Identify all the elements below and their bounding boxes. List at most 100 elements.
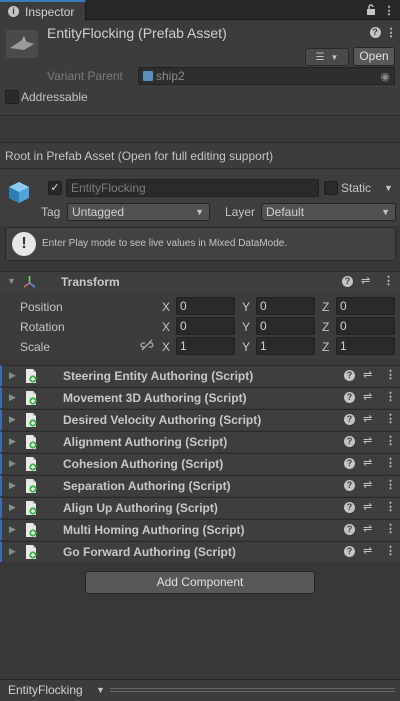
help-icon[interactable]: ? <box>344 458 355 469</box>
foldout-arrow-icon[interactable]: ▶ <box>9 480 16 491</box>
tab-inspector[interactable]: i Inspector <box>0 0 86 21</box>
tag-dropdown[interactable]: Untagged ▼ <box>67 203 210 221</box>
static-checkbox[interactable] <box>324 181 338 195</box>
variant-parent-label: Variant Parent <box>47 69 123 83</box>
presets-icon[interactable]: ⇌ <box>363 500 372 513</box>
overrides-dropdown[interactable]: ☰ ▼ <box>305 48 349 66</box>
lock-icon[interactable] <box>364 3 378 17</box>
open-button[interactable]: Open <box>353 47 395 66</box>
script-component-header[interactable]: ▶ Separation Authoring (Script)? ⇌ ⋮ <box>0 475 400 496</box>
component-title: Align Up Authoring (Script) <box>63 501 218 515</box>
scale-z-field[interactable]: 1 <box>336 337 395 355</box>
info-text: Enter Play mode to see live values in Mi… <box>42 238 288 249</box>
scale-x-field[interactable]: 1 <box>176 337 235 355</box>
presets-icon[interactable]: ⇌ <box>363 478 372 491</box>
info-icon: i <box>8 6 19 17</box>
script-component-header[interactable]: ▶ Movement 3D Authoring (Script)? ⇌ ⋮ <box>0 387 400 408</box>
add-component-button[interactable]: Add Component <box>85 571 315 594</box>
kebab-menu-icon[interactable]: ⋮ <box>385 478 396 491</box>
script-component-header[interactable]: ▶ Steering Entity Authoring (Script)? ⇌ ⋮ <box>0 365 400 386</box>
kebab-menu-icon[interactable]: ⋮ <box>384 25 398 39</box>
position-x-field[interactable]: 0 <box>176 297 235 315</box>
presets-icon[interactable]: ⇌ <box>363 412 372 425</box>
script-file-icon <box>24 390 39 406</box>
position-label: Position <box>20 300 63 314</box>
target-icon[interactable]: ◉ <box>380 70 390 83</box>
script-file-icon <box>24 368 39 384</box>
chevron-down-icon: ▼ <box>195 207 204 217</box>
script-component-header[interactable]: ▶ Cohesion Authoring (Script)? ⇌ ⋮ <box>0 453 400 474</box>
presets-icon[interactable]: ⇌ <box>361 274 370 287</box>
help-icon[interactable]: ? <box>342 276 353 287</box>
kebab-menu-icon[interactable]: ⋮ <box>385 390 396 403</box>
position-y-field[interactable]: 0 <box>256 297 315 315</box>
foldout-arrow-icon[interactable]: ▼ <box>7 276 16 286</box>
script-component-header[interactable]: ▶ Multi Homing Authoring (Script)? ⇌ ⋮ <box>0 519 400 540</box>
kebab-menu-icon[interactable]: ⋮ <box>385 500 396 513</box>
kebab-menu-icon[interactable]: ⋮ <box>385 544 396 557</box>
help-icon[interactable]: ? <box>344 502 355 513</box>
tab-label: Inspector <box>25 4 75 19</box>
kebab-menu-icon[interactable]: ⋮ <box>385 522 396 535</box>
script-file-icon <box>24 522 39 538</box>
foldout-arrow-icon[interactable]: ▶ <box>9 458 16 469</box>
help-icon[interactable]: ? <box>344 546 355 557</box>
script-file-icon <box>24 500 39 516</box>
gameobject-name-field[interactable]: EntityFlocking <box>66 179 319 197</box>
prefab-cube-icon <box>143 71 153 81</box>
presets-icon[interactable]: ⇌ <box>363 434 372 447</box>
help-icon[interactable]: ? <box>344 370 355 381</box>
foldout-arrow-icon[interactable]: ▶ <box>9 370 16 381</box>
kebab-menu-icon[interactable]: ⋮ <box>385 456 396 469</box>
script-component-header[interactable]: ▶ Align Up Authoring (Script)? ⇌ ⋮ <box>0 497 400 518</box>
tag-label: Tag <box>41 205 61 219</box>
active-checkbox[interactable]: ✓ <box>48 181 62 195</box>
variant-parent-field[interactable]: ship2 ◉ <box>138 67 395 85</box>
help-icon[interactable]: ? <box>344 480 355 491</box>
layer-dropdown[interactable]: Default ▼ <box>261 203 396 221</box>
presets-icon[interactable]: ⇌ <box>363 368 372 381</box>
scale-label: Scale <box>20 340 51 354</box>
help-icon[interactable]: ? <box>368 25 382 39</box>
addressable-checkbox[interactable] <box>5 90 19 104</box>
axis-z-label: Z <box>322 340 330 354</box>
position-z-field[interactable]: 0 <box>336 297 395 315</box>
foldout-arrow-icon[interactable]: ▶ <box>9 392 16 403</box>
foldout-arrow-icon[interactable]: ▶ <box>9 436 16 447</box>
presets-icon[interactable]: ⇌ <box>363 544 372 557</box>
help-icon[interactable]: ? <box>344 414 355 425</box>
chevron-down-icon[interactable]: ▼ <box>96 685 105 695</box>
foldout-arrow-icon[interactable]: ▶ <box>9 546 16 557</box>
kebab-menu-icon[interactable]: ⋮ <box>385 368 396 381</box>
constrain-proportions-icon[interactable] <box>140 339 154 354</box>
transform-icon <box>22 274 37 290</box>
transform-component-header[interactable]: ▼ Transform ? ⇌ ⋮ <box>0 271 400 292</box>
component-title: Transform <box>61 275 120 289</box>
axis-x-label: X <box>162 320 171 334</box>
kebab-menu-icon[interactable]: ⋮ <box>382 3 396 17</box>
foldout-arrow-icon[interactable]: ▶ <box>9 524 16 535</box>
axis-y-label: Y <box>242 340 251 354</box>
presets-icon[interactable]: ⇌ <box>363 390 372 403</box>
presets-icon[interactable]: ⇌ <box>363 522 372 535</box>
kebab-menu-icon[interactable]: ⋮ <box>383 274 394 287</box>
resize-handle[interactable] <box>110 688 395 692</box>
script-component-header[interactable]: ▶ Go Forward Authoring (Script)? ⇌ ⋮ <box>0 541 400 562</box>
rotation-y-field[interactable]: 0 <box>256 317 315 335</box>
footer-object-label[interactable]: EntityFlocking <box>8 683 83 697</box>
rotation-x-field[interactable]: 0 <box>176 317 235 335</box>
kebab-menu-icon[interactable]: ⋮ <box>385 434 396 447</box>
rotation-z-field[interactable]: 0 <box>336 317 395 335</box>
root-note: Root in Prefab Asset (Open for full edit… <box>0 144 400 169</box>
presets-icon[interactable]: ⇌ <box>363 456 372 469</box>
scale-y-field[interactable]: 1 <box>256 337 315 355</box>
foldout-arrow-icon[interactable]: ▶ <box>9 414 16 425</box>
help-icon[interactable]: ? <box>344 524 355 535</box>
help-icon[interactable]: ? <box>344 392 355 403</box>
script-component-header[interactable]: ▶ Alignment Authoring (Script)? ⇌ ⋮ <box>0 431 400 452</box>
help-icon[interactable]: ? <box>344 436 355 447</box>
foldout-arrow-icon[interactable]: ▶ <box>9 502 16 513</box>
kebab-menu-icon[interactable]: ⋮ <box>385 412 396 425</box>
chevron-down-icon[interactable]: ▼ <box>384 183 393 193</box>
script-component-header[interactable]: ▶ Desired Velocity Authoring (Script)? ⇌ ⋮ <box>0 409 400 430</box>
